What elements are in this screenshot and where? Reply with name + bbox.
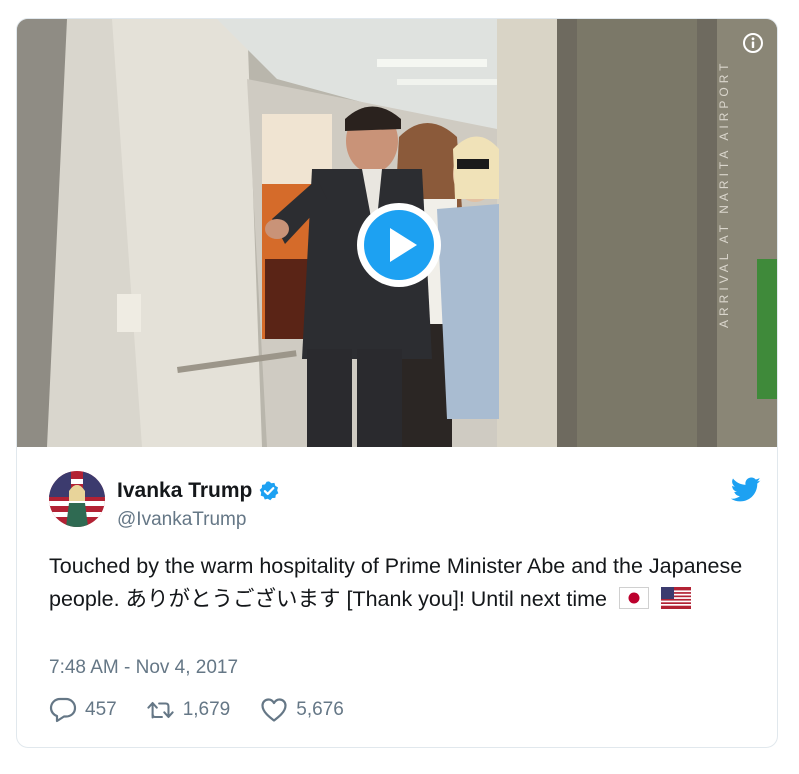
tweet-text: Touched by the warm hospitality of Prime…: [49, 550, 759, 616]
retweet-count: 1,679: [182, 699, 231, 720]
reply-button[interactable]: 457: [49, 697, 117, 723]
japan-flag-icon: [618, 587, 649, 609]
handle[interactable]: @IvankaTrump: [117, 509, 246, 531]
display-name[interactable]: Ivanka Trump: [117, 479, 252, 503]
twitter-bird-icon[interactable]: [731, 477, 761, 503]
video-overlay-caption: ARRIVAL AT NARITA AIRPORT: [717, 59, 731, 329]
like-count: 5,676: [296, 699, 344, 720]
us-flag-icon: [660, 587, 691, 609]
avatar[interactable]: [49, 471, 105, 527]
timestamp[interactable]: 7:48 AM - Nov 4, 2017: [49, 657, 238, 679]
tweet-header: Ivanka Trump @IvankaTrump: [49, 471, 761, 531]
heart-icon: [261, 698, 287, 722]
like-button[interactable]: 5,676: [260, 697, 344, 723]
name-row: Ivanka Trump: [117, 479, 280, 503]
reply-count: 457: [85, 699, 117, 720]
info-icon[interactable]: [743, 33, 763, 53]
verified-badge-icon: [260, 481, 279, 501]
retweet-button[interactable]: 1,679: [147, 697, 231, 723]
tweet-card: ARRIVAL AT NARITA AIRPORT Ivanka Trump @…: [16, 18, 778, 748]
retweet-icon: [147, 701, 174, 719]
video-player[interactable]: ARRIVAL AT NARITA AIRPORT: [17, 19, 777, 447]
reply-icon: [49, 697, 77, 723]
action-bar: 457 1,679 5,676: [49, 697, 374, 723]
play-icon[interactable]: [355, 201, 443, 289]
